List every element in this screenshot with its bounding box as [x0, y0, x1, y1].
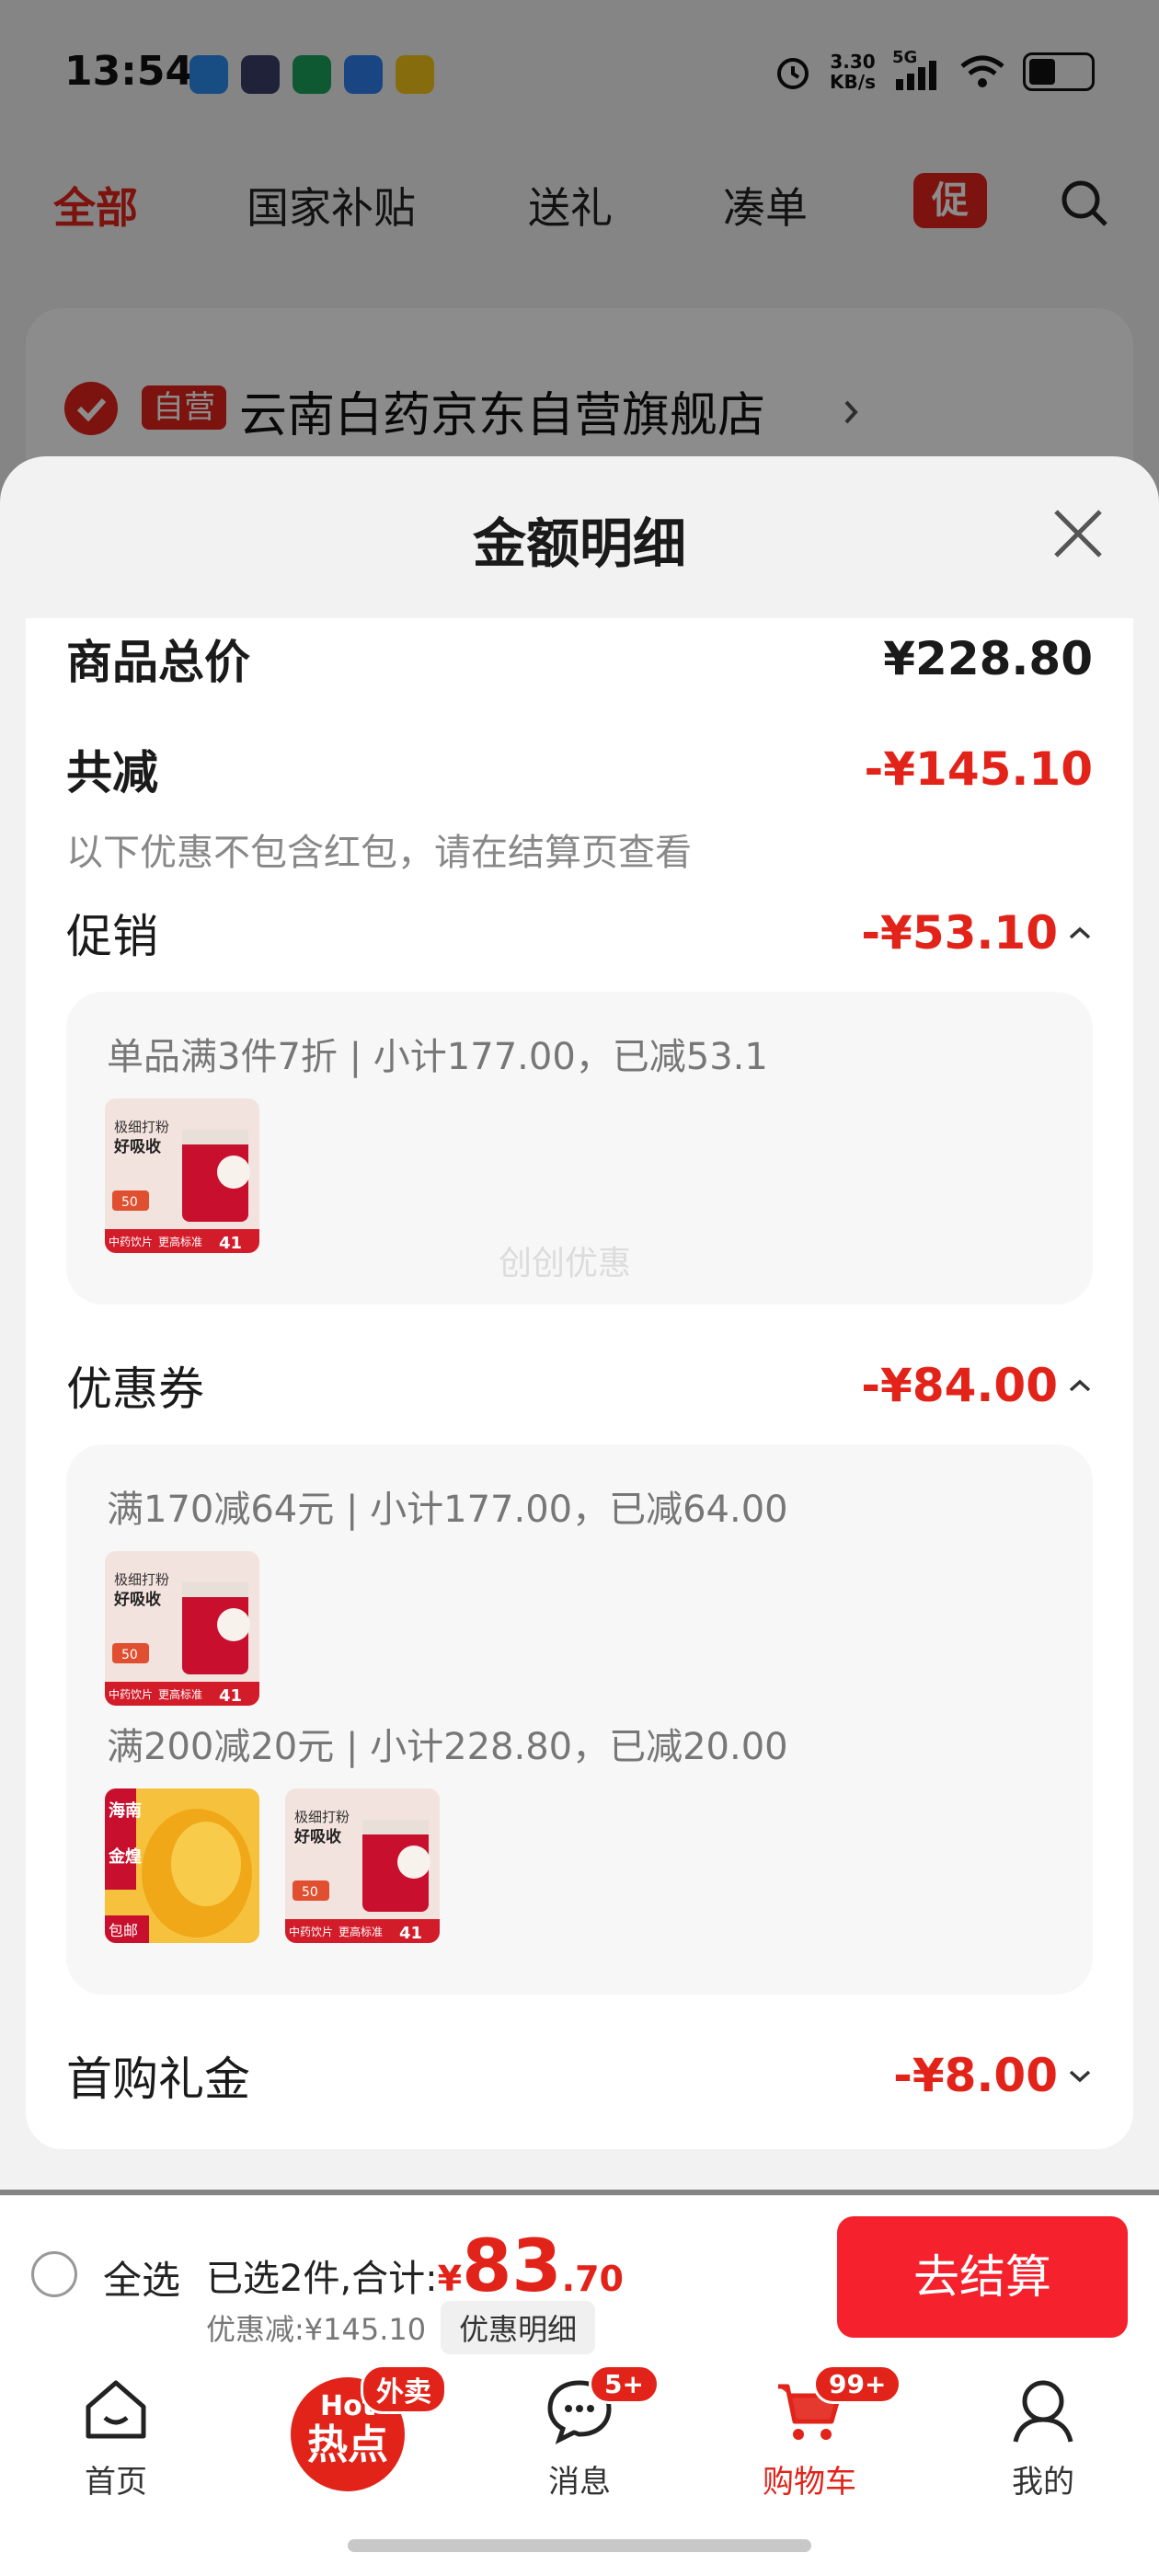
- hot-main-label: 热点: [307, 2421, 388, 2468]
- mango-image: 海南 金煌 包邮: [105, 1788, 259, 1943]
- first-gift-row[interactable]: 首购礼金 -¥8.00: [66, 2042, 1093, 2109]
- svg-text:极细打粉: 极细打粉: [114, 1119, 169, 1135]
- reduce-note: 以下优惠不包含红包，请在结算页查看: [66, 832, 692, 874]
- svg-text:好吸收: 好吸收: [293, 1827, 341, 1846]
- product-thumbnail[interactable]: 海南 金煌 包邮: [105, 1788, 259, 1943]
- coupon-row[interactable]: 优惠券 -¥84.00: [66, 1352, 1093, 1419]
- coupon-detail-line-2: 满200减20元 | 小计228.80，已减20.00: [107, 1726, 788, 1768]
- product-image: 极细打粉 好吸收 50 中药饮片 更高标准 41: [105, 1098, 259, 1253]
- reduce-row: 共减 -¥145.10: [66, 736, 1093, 802]
- reduce-label: 共减: [66, 746, 158, 799]
- sum-line: 已选2件,合计: ¥ 83 .70: [206, 2225, 624, 2308]
- coupon-value: -¥84.00: [861, 1359, 1058, 1412]
- sheet-content: 商品总价 ¥228.80 共减 -¥145.10 以下优惠不包含红包，请在结算页…: [26, 618, 1133, 2149]
- first-gift-value: -¥8.00: [893, 2049, 1058, 2102]
- svg-text:金煌: 金煌: [108, 1846, 142, 1867]
- svg-text:极细打粉: 极细打粉: [294, 1809, 350, 1825]
- discount-line: 优惠减:¥145.10 优惠明细: [206, 2301, 596, 2354]
- sheet-title: 金额明细: [472, 512, 686, 575]
- product-thumbnail[interactable]: 极细打粉 好吸收 50 中药饮片 更高标准 41: [105, 1098, 259, 1253]
- first-gift-label: 首购礼金: [66, 2053, 250, 2106]
- total-price-value: ¥228.80: [883, 632, 1093, 685]
- chevron-up-icon[interactable]: [1067, 1376, 1093, 1395]
- discount-detail-button[interactable]: 优惠明细: [441, 2301, 596, 2354]
- watermark: 创创优惠: [499, 1245, 632, 1282]
- product-image: 极细打粉 好吸收 50 中药饮片 更高标准 41: [105, 1551, 259, 1706]
- total-price-row: 商品总价 ¥228.80: [66, 626, 1093, 692]
- svg-text:好吸收: 好吸收: [113, 1590, 161, 1609]
- home-icon: [86, 2380, 146, 2439]
- total-price-label: 商品总价: [66, 636, 250, 689]
- selected-count-text: 已选2件,合计:: [206, 2258, 438, 2300]
- coupon-amount-wrap: -¥84.00: [861, 1359, 1093, 1412]
- svg-text:中药饮片: 中药饮片: [109, 1687, 153, 1701]
- svg-text:41: 41: [219, 1686, 242, 1706]
- first-gift-amount-wrap: -¥8.00: [893, 2049, 1093, 2102]
- messages-badge: 5+: [589, 2364, 660, 2404]
- svg-text:包邮: 包邮: [109, 1922, 138, 1939]
- promo-value: -¥53.10: [861, 906, 1058, 960]
- promo-row[interactable]: 促销 -¥53.10: [66, 900, 1093, 966]
- reduce-value: -¥145.10: [864, 742, 1094, 796]
- promo-detail-line: 单品满3件7折 | 小计177.00，已减53.1: [107, 1036, 768, 1078]
- profile-icon: [1013, 2380, 1073, 2443]
- amount-detail-sheet: 金额明细 商品总价 ¥228.80 共减 -¥145.10 以下优惠不包含红包，…: [0, 456, 1159, 2190]
- promo-amount-wrap: -¥53.10: [861, 906, 1093, 960]
- svg-text:中药饮片: 中药饮片: [289, 1925, 333, 1938]
- svg-text:50: 50: [302, 1885, 318, 1900]
- chevron-down-icon[interactable]: [1067, 2066, 1093, 2085]
- total-integer: 83: [462, 2225, 562, 2308]
- home-indicator[interactable]: [348, 2539, 811, 2552]
- promo-detail-box: 单品满3件7折 | 小计177.00，已减53.1 极细打粉 好吸收 50 中药…: [66, 992, 1093, 1305]
- cart-badge: 99+: [813, 2364, 902, 2404]
- nav-home-label: 首页: [85, 2464, 147, 2501]
- svg-text:极细打粉: 极细打粉: [114, 1571, 169, 1588]
- svg-text:好吸收: 好吸收: [113, 1137, 161, 1156]
- coupon-detail-box: 满170减64元 | 小计177.00，已减64.00 极细打粉 好吸收 50 …: [66, 1444, 1093, 1995]
- select-all-label[interactable]: 全选: [103, 2249, 180, 2306]
- hot-badge: 外卖: [361, 2364, 447, 2414]
- currency-symbol: ¥: [437, 2259, 463, 2299]
- svg-text:50: 50: [121, 1195, 138, 1210]
- coupon-detail-line-1: 满170减64元 | 小计177.00，已减64.00: [107, 1489, 788, 1531]
- nav-cart-label: 购物车: [763, 2464, 856, 2501]
- chevron-up-icon[interactable]: [1067, 924, 1093, 942]
- svg-text:50: 50: [121, 1648, 138, 1662]
- svg-text:41: 41: [399, 1924, 422, 1943]
- discount-text: 优惠减:¥145.10: [206, 2312, 427, 2347]
- svg-text:更高标准: 更高标准: [158, 1687, 202, 1701]
- nav-mine-label: 我的: [1012, 2464, 1074, 2501]
- promo-label: 促销: [66, 910, 158, 963]
- svg-text:中药饮片: 中药饮片: [109, 1235, 153, 1248]
- product-thumbnail[interactable]: 极细打粉 好吸收 50 中药饮片 更高标准 41: [105, 1551, 259, 1706]
- product-image: 极细打粉 好吸收 50 中药饮片 更高标准 41: [285, 1788, 440, 1943]
- select-all-radio[interactable]: [31, 2251, 77, 2297]
- nav-home[interactable]: 首页: [42, 2374, 189, 2501]
- svg-text:41: 41: [219, 1234, 242, 1253]
- checkout-bar: 全选 已选2件,合计: ¥ 83 .70 优惠减:¥145.10 优惠明细 去结…: [0, 2195, 1159, 2358]
- svg-text:更高标准: 更高标准: [158, 1235, 202, 1248]
- svg-text:更高标准: 更高标准: [339, 1925, 383, 1938]
- close-icon[interactable]: [1049, 504, 1107, 563]
- product-thumbnail[interactable]: 极细打粉 好吸收 50 中药饮片 更高标准 41: [285, 1788, 440, 1943]
- total-decimal: .70: [561, 2259, 624, 2299]
- checkout-button[interactable]: 去结算: [837, 2216, 1128, 2338]
- nav-mine[interactable]: 我的: [970, 2374, 1117, 2501]
- coupon-label: 优惠券: [66, 1363, 204, 1416]
- nav-messages-label: 消息: [548, 2464, 611, 2501]
- svg-text:海南: 海南: [109, 1800, 142, 1821]
